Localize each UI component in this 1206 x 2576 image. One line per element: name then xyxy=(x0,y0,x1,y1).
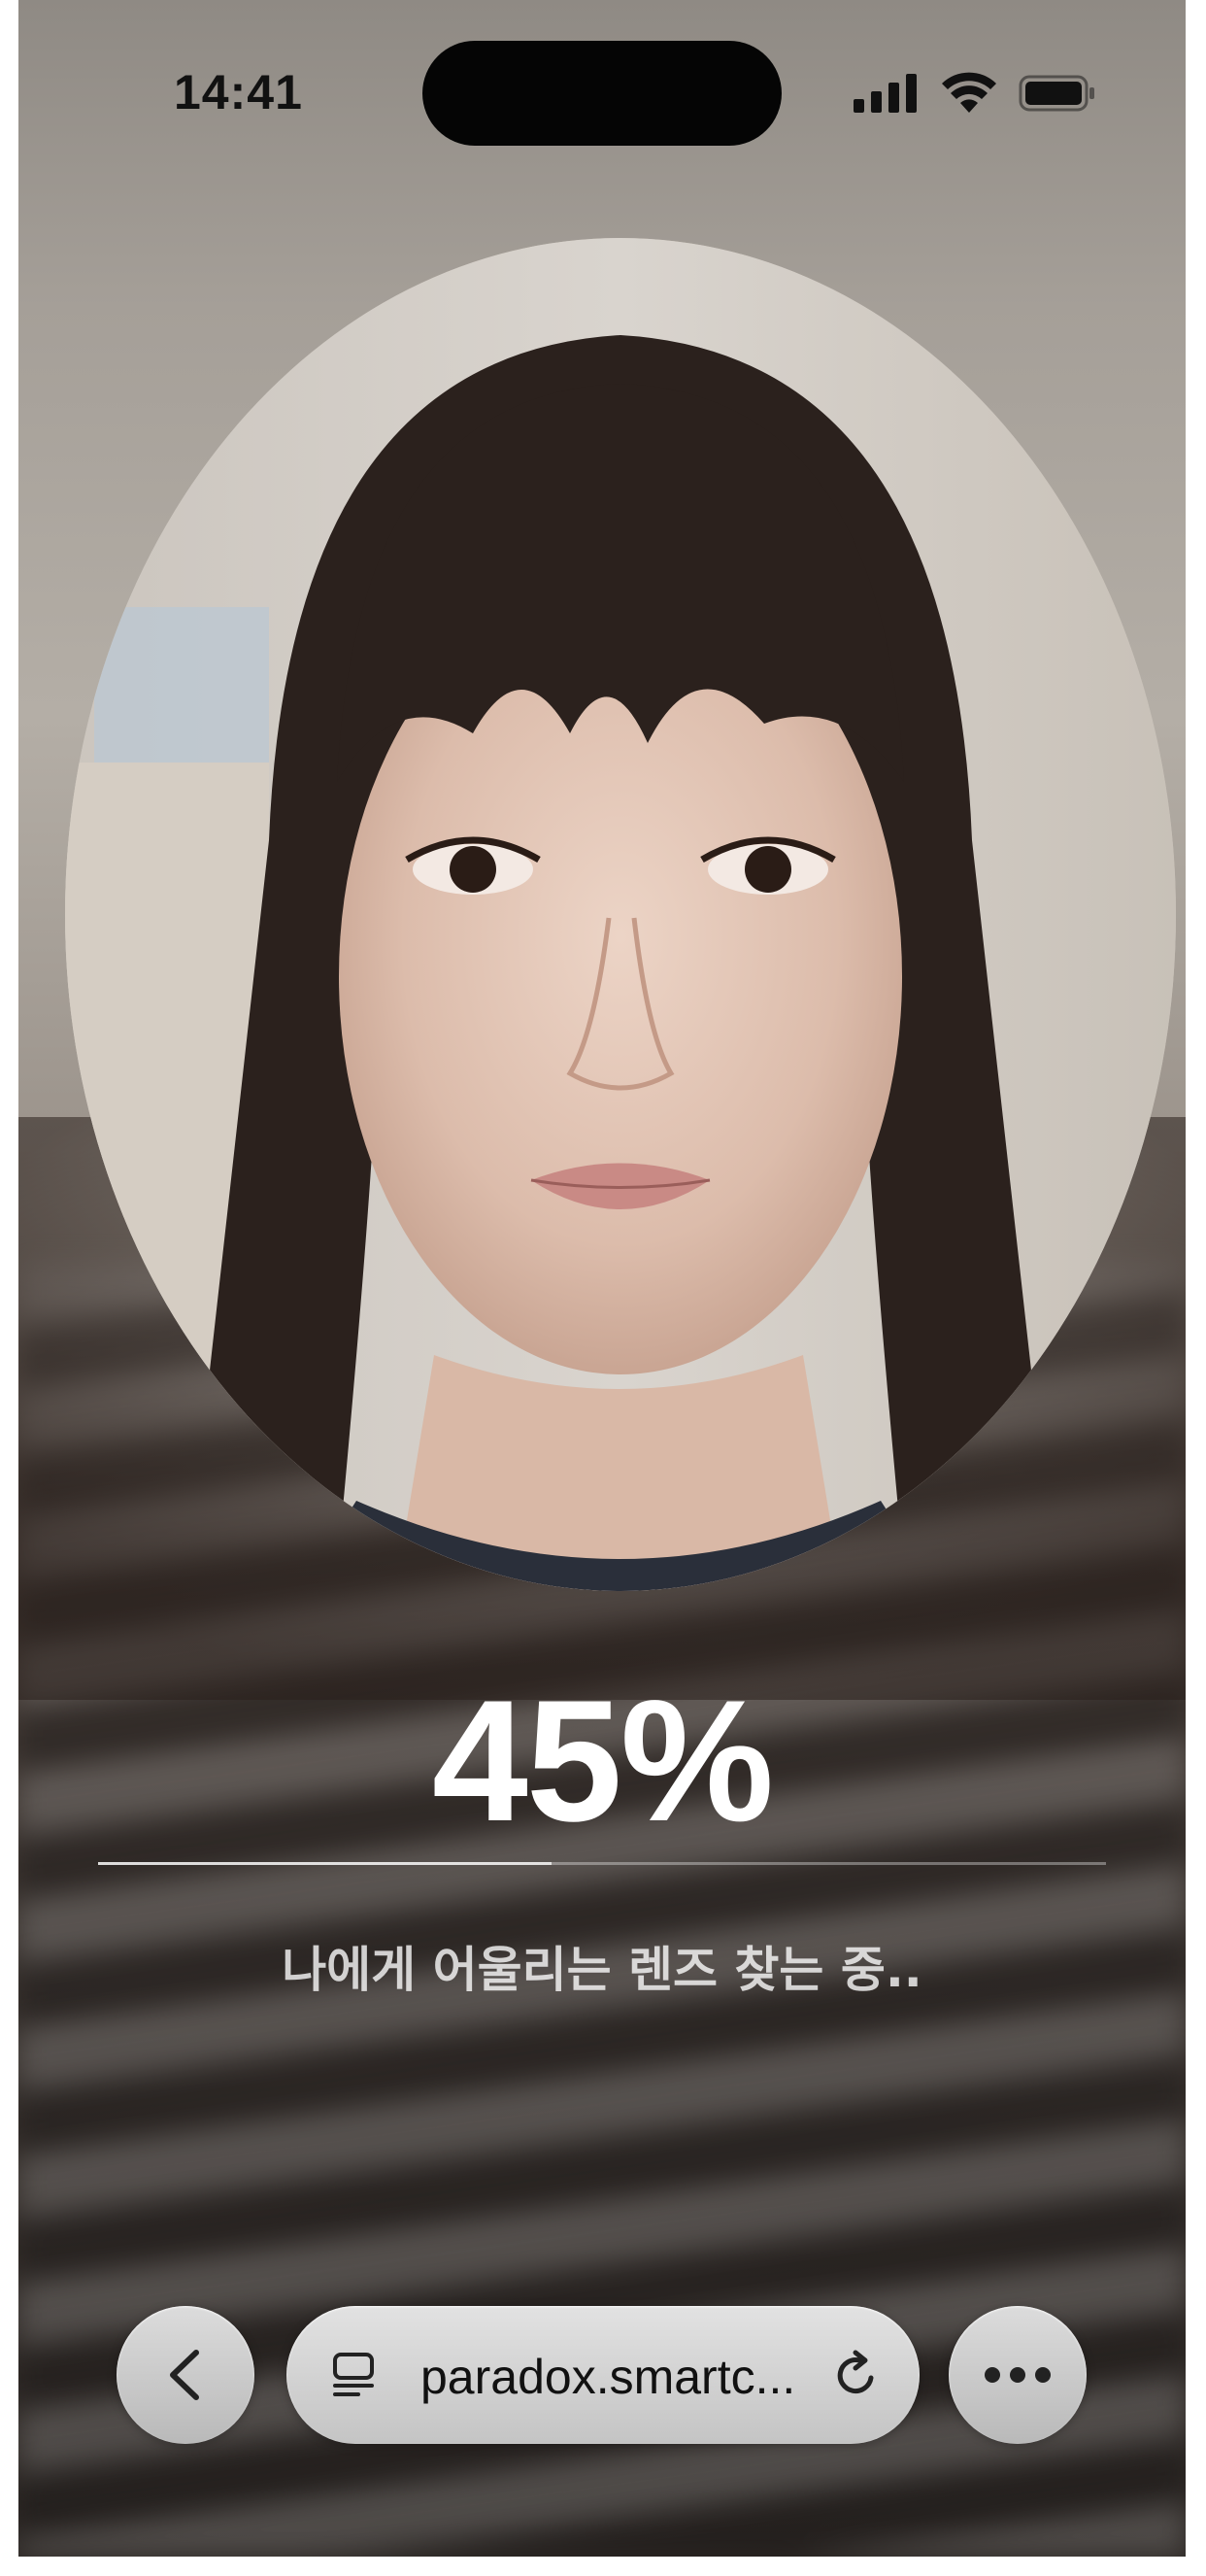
address-bar[interactable]: paradox.smartc... xyxy=(286,2306,920,2444)
more-icon xyxy=(985,2367,1051,2383)
status-icons xyxy=(854,72,1106,120)
more-button[interactable] xyxy=(949,2306,1087,2444)
progress-fill xyxy=(98,1862,553,1865)
reload-icon[interactable] xyxy=(830,2349,883,2401)
chevron-left-icon xyxy=(170,2350,199,2400)
url-text[interactable]: paradox.smartc... xyxy=(420,2349,795,2405)
phone-screen: 14:41 45% 나에게 어울리는 렌즈 찾는 중.. paradox.sma… xyxy=(18,0,1186,2557)
signal-icon xyxy=(854,72,921,113)
back-button[interactable] xyxy=(117,2306,254,2444)
battery-icon xyxy=(1019,75,1094,112)
dynamic-island xyxy=(422,41,782,146)
progress-percent: 45% xyxy=(431,1664,774,1857)
progress-bar xyxy=(98,1862,1106,1865)
wifi-icon xyxy=(942,72,996,113)
page-menu-icon[interactable] xyxy=(329,2351,378,2399)
status-time: 14:41 xyxy=(174,65,303,119)
face-photo xyxy=(65,238,1176,1591)
analysis-status-message: 나에게 어울리는 렌즈 찾는 중.. xyxy=(282,1942,922,1998)
